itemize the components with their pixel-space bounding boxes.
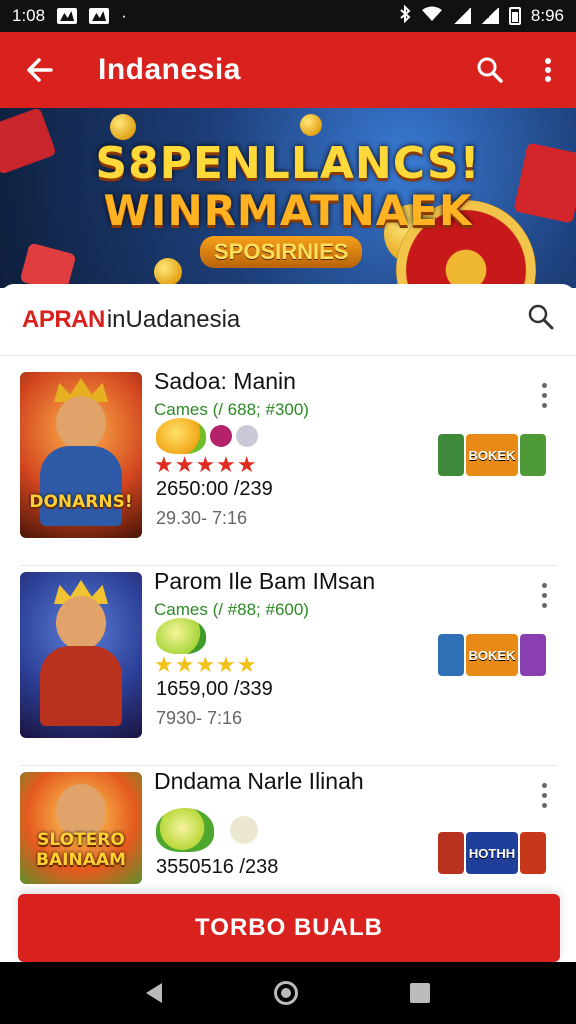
fruit-icon xyxy=(156,808,214,852)
system-nav-bar xyxy=(0,962,576,1024)
rating-stars: ★★★★★ xyxy=(154,452,258,477)
signal-icon-2 xyxy=(480,8,499,24)
preview-tile xyxy=(438,832,464,874)
wifi-icon xyxy=(421,6,443,27)
coin-decoration xyxy=(300,114,322,136)
battery-icon xyxy=(508,7,521,25)
chip-icon xyxy=(236,425,258,447)
game-title: Dndama Narle Ilinah xyxy=(154,768,364,794)
preview-tile-featured: HOTHH xyxy=(466,832,518,874)
preview-tiles: BOKEK xyxy=(438,634,546,676)
brand-logo: APRAN xyxy=(22,305,105,333)
back-button[interactable] xyxy=(0,32,78,108)
card-search-button[interactable] xyxy=(528,304,554,335)
game-thumbnail[interactable]: DONARNS! xyxy=(20,372,142,538)
preview-tile xyxy=(520,832,546,874)
search-icon xyxy=(477,57,503,83)
preview-tiles: HOTHH xyxy=(438,832,546,874)
game-price: 3550516 /238 xyxy=(156,856,279,878)
more-vert-icon xyxy=(545,58,551,82)
more-button[interactable] xyxy=(520,32,576,108)
image-icon xyxy=(57,8,78,24)
banner-headline: S8PENLLANCS! xyxy=(95,138,481,189)
game-meta: Cames (/ #88; #600) xyxy=(154,600,309,619)
game-title: Sadoa: Manin xyxy=(154,368,296,394)
nav-home-icon[interactable] xyxy=(274,981,298,1005)
fruit-icon xyxy=(156,618,206,654)
game-meta: Cames (/ 688; #300) xyxy=(154,400,309,419)
chip-icon xyxy=(210,425,232,447)
status-time-right: 8:96 xyxy=(530,6,564,25)
games-list: DONARNS! Sadoa: Manin Cames (/ 688; #300… xyxy=(0,366,576,966)
banner-tagline: SPOSIRNIES xyxy=(200,236,363,268)
game-title: Parom Ile Bam IMsan xyxy=(154,568,376,594)
game-price: 2650:00 /239 xyxy=(156,478,273,500)
game-badges xyxy=(156,618,206,654)
nav-back-icon[interactable] xyxy=(146,983,162,1003)
preview-tile xyxy=(438,634,464,676)
nav-recents-icon[interactable] xyxy=(410,983,430,1003)
preview-tiles: BOKEK xyxy=(438,434,546,476)
rating-stars: ★★★★★ xyxy=(154,652,258,677)
search-button[interactable] xyxy=(460,32,520,108)
status-bar: 1:08 · 8:96 xyxy=(0,0,576,32)
fruit-icon xyxy=(156,418,206,454)
game-thumbnail[interactable]: SLOTERO BAINAAM xyxy=(20,772,142,884)
game-time: 7930- 7:16 xyxy=(156,708,243,728)
preview-tile-featured: BOKEK xyxy=(466,434,518,476)
banner-subheadline: WINRMATNAEK xyxy=(103,186,473,235)
page-title: Indanesia xyxy=(98,53,241,86)
thumbnail-logo: SLOTERO BAINAAM xyxy=(36,830,126,870)
preview-tile xyxy=(438,434,464,476)
character-face xyxy=(56,596,106,650)
card-header: APRAN inUadanesia xyxy=(0,284,576,356)
game-thumbnail[interactable] xyxy=(20,572,142,738)
preview-tile xyxy=(520,434,546,476)
character-body xyxy=(40,446,122,526)
arrow-left-icon xyxy=(27,58,53,82)
search-icon xyxy=(528,304,554,330)
chip-decoration xyxy=(19,242,77,288)
list-item[interactable]: Parom Ile Bam IMsan Cames (/ #88; #600) … xyxy=(20,566,558,766)
app-bar: Indanesia xyxy=(0,32,576,108)
character-face xyxy=(56,396,106,450)
status-time-left: 1:08 xyxy=(12,6,46,25)
primary-action-button[interactable]: TORBO BUALB xyxy=(18,894,560,962)
game-time: 29.30- 7:16 xyxy=(156,508,248,528)
coin-decoration xyxy=(110,114,136,140)
chip-icon xyxy=(230,816,258,844)
character-body xyxy=(40,646,122,726)
game-badges xyxy=(156,418,258,454)
games-card: APRAN inUadanesia DONARNS! Sadoa: Manin … xyxy=(0,284,576,896)
brand-name: inUadanesia xyxy=(106,305,241,333)
game-badges xyxy=(156,808,258,852)
more-vert-icon[interactable] xyxy=(534,780,554,810)
preview-tile xyxy=(520,634,546,676)
more-vert-icon[interactable] xyxy=(534,380,554,410)
coin-decoration xyxy=(154,258,182,286)
game-price: 1659,00 /339 xyxy=(156,678,273,700)
more-vert-icon[interactable] xyxy=(534,580,554,610)
bluetooth-icon xyxy=(399,4,411,28)
gallery-icon xyxy=(89,8,110,24)
promo-banner[interactable]: S8PENLLANCS! WINRMATNAEK SPOSIRNIES xyxy=(0,108,576,288)
preview-tile-featured: BOKEK xyxy=(466,634,518,676)
thumbnail-logo: DONARNS! xyxy=(29,492,133,512)
notification-dot: · xyxy=(121,6,127,25)
signal-icon xyxy=(452,8,471,24)
list-item[interactable]: DONARNS! Sadoa: Manin Cames (/ 688; #300… xyxy=(20,366,558,566)
